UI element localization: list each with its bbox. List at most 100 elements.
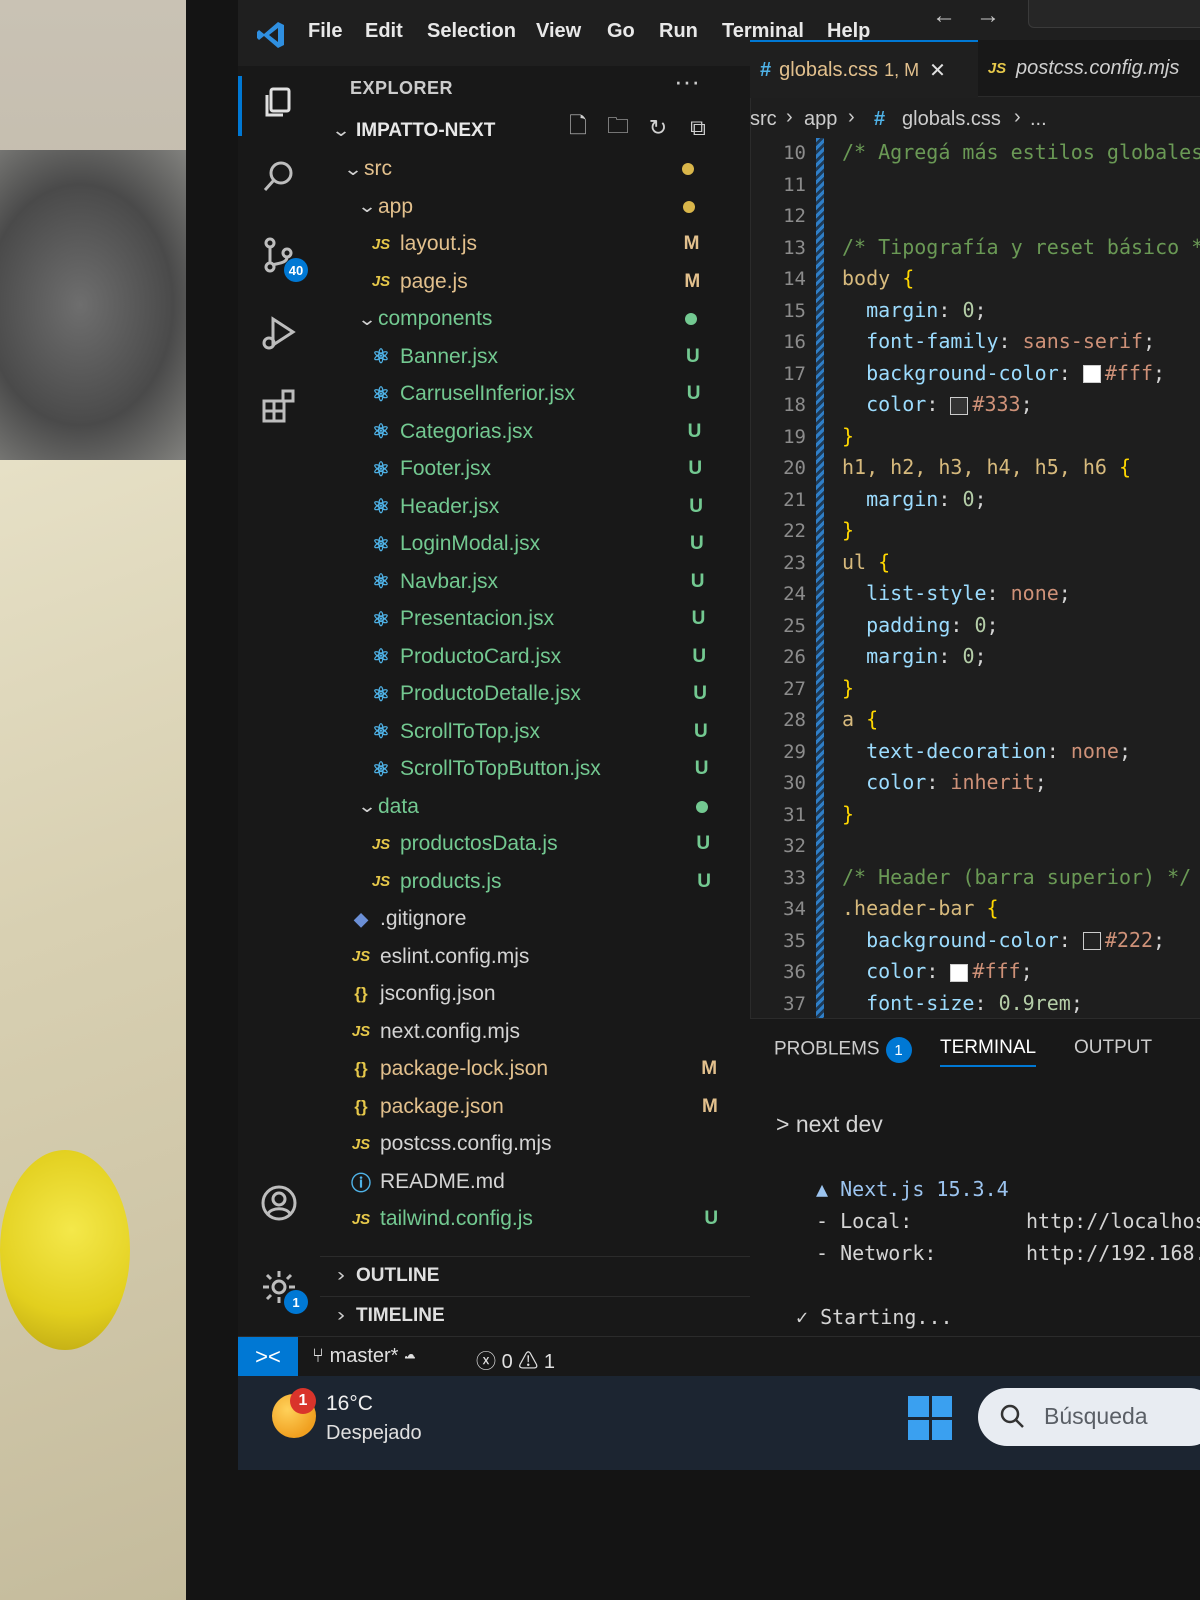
line-number: 17 <box>783 362 806 385</box>
code-editor[interactable]: 10 /* Agregá más estilos globales */ 11 12 1… <box>750 138 1200 1018</box>
new-folder-icon[interactable]: 🗀 <box>604 113 632 142</box>
extensions-icon[interactable] <box>256 384 302 430</box>
refresh-icon[interactable]: ↻ <box>644 114 672 142</box>
tab-globals-css[interactable]: # globals.css 1, M ✕ <box>750 40 978 98</box>
tab-postcss-config[interactable]: JS postcss.config.mjs <box>982 40 1200 96</box>
weather-description[interactable]: Despejado <box>326 1422 422 1445</box>
search-icon[interactable] <box>256 154 302 200</box>
terminal-starting: ✓ Starting... <box>796 1305 953 1329</box>
css-file-icon: # <box>760 58 772 81</box>
back-arrow-icon[interactable]: ← <box>932 2 956 30</box>
line-number: 36 <box>783 961 806 983</box>
menu-run[interactable]: Run <box>659 20 698 43</box>
timeline-section[interactable]: › TIMELINE <box>320 1296 750 1335</box>
tree-item-label: components <box>378 307 493 330</box>
file-item[interactable]: ⚛ LoginModal.jsx <box>366 527 540 561</box>
settings-gear-icon[interactable]: 1 <box>256 1264 308 1314</box>
file-item[interactable]: ⚛ ScrollToTop.jsx <box>366 715 540 749</box>
taskbar-search[interactable]: Búsqueda <box>978 1388 1200 1446</box>
command-center[interactable] <box>1028 0 1200 28</box>
menu-view[interactable]: View <box>536 20 581 43</box>
terminal-network-url[interactable]: http://192.168.1.5:3000 <box>1026 1241 1200 1265</box>
folder-item[interactable]: ⌄ components <box>356 302 492 336</box>
file-item[interactable]: ⚛ ProductoCard.jsx <box>366 640 561 674</box>
file-item[interactable]: ⚛ Banner.jsx <box>366 340 498 374</box>
error-icon: ⓧ <box>476 1351 496 1373</box>
close-icon[interactable]: ✕ <box>929 58 946 83</box>
forward-arrow-icon[interactable]: → <box>976 2 1000 30</box>
file-item[interactable]: ◆ .gitignore <box>346 902 466 936</box>
line-number: 35 <box>783 929 806 952</box>
tree-item-label: ProductoDetalle.jsx <box>400 682 581 705</box>
terminal-local-label: - Local: <box>816 1209 913 1233</box>
git-status-dot <box>682 163 694 175</box>
chevron-down-icon: ⌄ <box>357 308 377 329</box>
file-item[interactable]: ⚛ Categorias.jsx <box>366 415 533 449</box>
file-item[interactable]: {} package.json <box>346 1090 503 1124</box>
file-item[interactable]: JS products.js <box>366 865 502 899</box>
tree-item-label: CarruselInferior.jsx <box>400 382 576 405</box>
file-item[interactable]: JS tailwind.config.js <box>346 1202 533 1236</box>
windows-start-icon[interactable] <box>908 1396 952 1440</box>
folder-item[interactable]: ⌄ app <box>356 190 413 224</box>
folder-item[interactable]: ⌄ src <box>342 152 392 186</box>
new-file-icon[interactable]: 🗋 <box>564 113 592 142</box>
line-number: 18 <box>783 394 806 416</box>
file-item[interactable]: JS layout.js <box>366 227 477 261</box>
menu-edit[interactable]: Edit <box>365 20 403 43</box>
remote-icon[interactable]: >< <box>238 1337 298 1377</box>
explorer-icon[interactable] <box>256 78 302 124</box>
file-item[interactable]: {} package-lock.json <box>346 1052 548 1086</box>
tab-terminal[interactable]: TERMINAL <box>940 1037 1037 1067</box>
tab-problems[interactable]: PROBLEMS 1 <box>774 1037 912 1063</box>
terminal-local-url[interactable]: http://localhost:3000 <box>1026 1209 1200 1233</box>
run-debug-icon[interactable] <box>256 310 302 356</box>
json-file-icon: {} <box>354 1096 368 1116</box>
problems-status[interactable]: ⓧ 0 ⚠ 1 <box>476 1345 555 1374</box>
account-icon[interactable] <box>256 1180 302 1226</box>
menu-go[interactable]: Go <box>607 20 635 43</box>
code-line: } <box>842 801 855 826</box>
menu-selection[interactable]: Selection <box>427 20 516 43</box>
menu-file[interactable]: File <box>308 20 342 43</box>
tree-item-label: src <box>364 157 392 180</box>
code-line: } <box>842 675 855 700</box>
tree-item-label: Banner.jsx <box>400 344 499 368</box>
file-item[interactable]: ⚛ ScrollToTopButton.jsx <box>366 752 601 786</box>
breadcrumb-app[interactable]: app <box>804 108 837 131</box>
react-file-icon: ⚛ <box>372 346 390 368</box>
code-line: color: #333; <box>866 392 1033 416</box>
outline-section[interactable]: › OUTLINE <box>320 1256 750 1295</box>
explorer-sidebar: EXPLORER ··· ⌄ IMPATTO-NEXT 🗋 🗀 ↻ ⧉ ⌄ src… <box>320 66 751 1336</box>
collapse-all-icon[interactable]: ⧉ <box>684 114 712 142</box>
search-placeholder: Búsqueda <box>1044 1403 1148 1429</box>
file-item[interactable]: ⓘ README.md <box>346 1165 505 1199</box>
git-status-badge: U <box>688 458 703 479</box>
source-control-icon[interactable]: 40 <box>256 232 308 282</box>
file-item[interactable]: JS eslint.config.mjs <box>346 940 530 974</box>
file-item[interactable]: ⚛ ProductoDetalle.jsx <box>366 677 581 711</box>
tab-output[interactable]: OUTPUT <box>1074 1037 1152 1059</box>
folder-item[interactable]: ⌄ data <box>356 790 419 824</box>
breadcrumb-src[interactable]: src <box>750 108 777 131</box>
more-actions-icon[interactable]: ··· <box>674 66 700 97</box>
file-item[interactable]: ⚛ Navbar.jsx <box>366 565 498 599</box>
weather-temperature[interactable]: 16°C <box>326 1392 373 1416</box>
line-number: 34 <box>783 898 806 920</box>
git-branch[interactable]: ⑂ master* ☁ <box>312 1345 416 1368</box>
file-item[interactable]: JS postcss.config.mjs <box>346 1127 552 1161</box>
workspace-root[interactable]: ⌄ IMPATTO-NEXT 🗋 🗀 ↻ ⧉ <box>326 113 746 148</box>
file-item[interactable]: JS next.config.mjs <box>346 1015 520 1049</box>
file-item[interactable]: ⚛ Header.jsx <box>366 490 499 524</box>
file-item[interactable]: JS productosData.js <box>366 827 558 861</box>
file-item[interactable]: ⚛ CarruselInferior.jsx <box>366 377 575 411</box>
chevron-right-icon: › <box>1014 106 1021 128</box>
breadcrumb-file[interactable]: globals.css <box>902 108 1001 131</box>
file-item[interactable]: {} jsconfig.json <box>346 977 495 1011</box>
git-status-dot <box>685 313 698 325</box>
git-status-badge: U <box>694 720 708 742</box>
file-item[interactable]: ⚛ Footer.jsx <box>366 452 491 486</box>
file-item[interactable]: ⚛ Presentacion.jsx <box>366 602 554 636</box>
breadcrumb-more[interactable]: ... <box>1030 108 1047 131</box>
file-item[interactable]: JS page.js <box>366 265 468 299</box>
